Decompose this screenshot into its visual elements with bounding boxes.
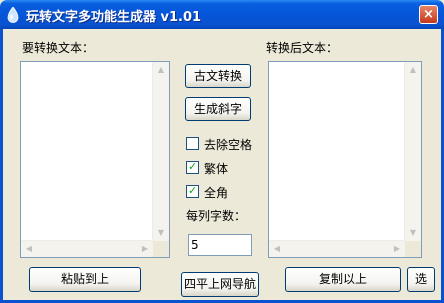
app-icon <box>7 7 19 23</box>
result-textarea[interactable]: ▲ ▼ ◀ ▶ <box>268 61 422 258</box>
traditional-label: 繁体 <box>204 162 229 176</box>
copy-button[interactable]: 复制以上 <box>285 267 401 292</box>
checkmark-icon: ✓ <box>188 184 198 197</box>
scroll-right-icon[interactable]: ▶ <box>137 241 153 257</box>
scroll-up-icon[interactable]: ▲ <box>153 62 169 78</box>
chars-per-column-input[interactable]: 5 <box>188 234 252 256</box>
title-bar[interactable]: 玩转文字多功能生成器 v1.01 × <box>0 0 444 29</box>
chars-per-column-label: 每列字数： <box>186 209 247 223</box>
remove-spaces-checkbox[interactable] <box>186 137 199 150</box>
source-vertical-scrollbar[interactable]: ▲ ▼ <box>152 62 169 241</box>
source-text-label: 要转换文本： <box>22 41 95 55</box>
fullwidth-label: 全角 <box>204 186 229 200</box>
scroll-corner <box>153 241 169 257</box>
scroll-left-icon[interactable]: ◀ <box>269 241 285 257</box>
web-nav-button[interactable]: 四平上网导航 <box>181 272 259 297</box>
scroll-down-icon[interactable]: ▼ <box>153 225 169 241</box>
window-title: 玩转文字多功能生成器 v1.01 <box>26 10 202 25</box>
scroll-right-icon[interactable]: ▶ <box>389 241 405 257</box>
remove-spaces-label: 去除空格 <box>204 138 253 152</box>
scroll-corner <box>405 241 421 257</box>
fullwidth-checkbox[interactable]: ✓ <box>186 184 199 198</box>
italic-generate-button[interactable]: 生成斜字 <box>185 97 251 121</box>
classic-convert-button[interactable]: 古文转换 <box>185 64 251 88</box>
select-button[interactable]: 选 <box>407 267 435 292</box>
source-horizontal-scrollbar[interactable]: ◀ ▶ <box>21 240 153 257</box>
paste-button[interactable]: 粘贴到上 <box>29 267 141 292</box>
scroll-up-icon[interactable]: ▲ <box>405 62 421 78</box>
scroll-left-icon[interactable]: ◀ <box>21 241 37 257</box>
checkmark-icon: ✓ <box>188 160 198 173</box>
result-vertical-scrollbar[interactable]: ▲ ▼ <box>404 62 421 241</box>
traditional-checkbox[interactable]: ✓ <box>186 160 199 174</box>
window-border-left <box>0 29 3 303</box>
result-horizontal-scrollbar[interactable]: ◀ ▶ <box>269 240 405 257</box>
scroll-down-icon[interactable]: ▼ <box>405 225 421 241</box>
source-textarea[interactable]: ▲ ▼ ◀ ▶ <box>20 61 170 258</box>
close-button[interactable]: × <box>419 5 438 24</box>
result-text-label: 转换后文本： <box>266 41 339 55</box>
